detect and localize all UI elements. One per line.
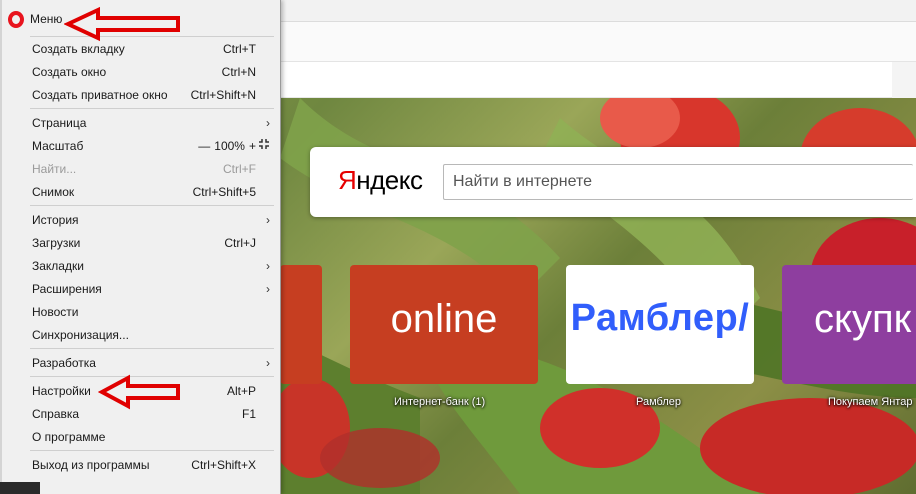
tile-text: Рамблер/: [570, 297, 750, 339]
tile-caption: Интернет-банк (1): [394, 396, 486, 408]
menu-item-shortcut: Ctrl+T: [223, 41, 256, 56]
tile-caption: Рамблер: [636, 396, 681, 408]
speed-dial-tile-rambler[interactable]: Рамблер/: [566, 265, 754, 384]
zoom-out-button[interactable]: —: [198, 139, 210, 153]
menu-item-shortcut: Ctrl+Shift+N: [190, 87, 256, 102]
menu-item-shortcut: Ctrl+Shift+X: [191, 457, 256, 472]
menu-item-label: История: [32, 212, 79, 227]
menu-item-shortcut: Ctrl+Shift+5: [192, 184, 256, 199]
chevron-right-icon: ›: [266, 212, 270, 227]
yandex-logo[interactable]: Яндекс: [338, 165, 423, 196]
browser-chrome: [280, 0, 916, 98]
chevron-right-icon: ›: [266, 355, 270, 370]
menu-item-label: Снимок: [32, 184, 75, 199]
menu-item-label: Найти...: [32, 161, 77, 176]
menu-item-label: Разработка: [32, 355, 96, 370]
menu-item-label: Справка: [32, 406, 80, 421]
menu-item-label: Масштаб: [32, 138, 84, 153]
speed-dial-tile-skupka[interactable]: скупк: [782, 265, 916, 384]
menu-item-new-window[interactable]: Создать окно Ctrl+N: [2, 60, 278, 83]
menu-item-label: Создать приватное окно: [32, 87, 168, 102]
tile-caption: Покупаем Янтар: [828, 396, 913, 408]
menu-item-shortcut: Alt+P: [226, 383, 256, 398]
yandex-logo-rest: ндекс: [356, 165, 423, 195]
tile-text: online: [390, 297, 498, 341]
menu-item-extensions[interactable]: Расширения ›: [2, 277, 278, 300]
chevron-right-icon: ›: [266, 115, 270, 130]
chevron-right-icon: ›: [266, 281, 270, 296]
menu-item-downloads[interactable]: Загрузки Ctrl+J: [2, 231, 278, 254]
menu-item-label: Загрузки: [32, 235, 81, 250]
zoom-value: 100%: [214, 138, 245, 153]
menu-item-page[interactable]: Страница ›: [2, 111, 278, 134]
menu-item-snapshot[interactable]: Снимок Ctrl+Shift+5: [2, 180, 278, 203]
yandex-logo-first-letter: Я: [338, 165, 357, 195]
menu-item-new-private-window[interactable]: Создать приватное окно Ctrl+Shift+N: [2, 83, 278, 106]
menu-item-label: Страница: [32, 115, 87, 130]
menu-item-shortcut: Ctrl+N: [221, 64, 256, 79]
menu-item-label: Закладки: [32, 258, 84, 273]
menu-item-find[interactable]: Найти... Ctrl+F: [2, 157, 278, 180]
menu-item-sync[interactable]: Синхронизация...: [2, 323, 278, 346]
tab-bar[interactable]: [280, 0, 916, 22]
search-input[interactable]: Найти в интернете: [443, 164, 913, 200]
menu-item-shortcut: F1: [241, 406, 256, 421]
speed-dial-tile-online[interactable]: online: [350, 265, 538, 384]
menu-button[interactable]: Меню: [8, 8, 62, 30]
scrollbar[interactable]: [892, 62, 916, 98]
opera-logo-icon: [8, 10, 24, 28]
tile-text: скупк: [814, 297, 912, 341]
menu-item-label: О программе: [32, 429, 106, 444]
menu-item-shortcut: Ctrl+J: [224, 235, 256, 250]
chevron-right-icon: ›: [266, 258, 270, 273]
menu-item-label: Новости: [32, 304, 79, 319]
zoom-in-button[interactable]: +: [249, 139, 256, 153]
menu-item-label: Выход из программы: [32, 457, 150, 472]
yandex-search-box: Яндекс Найти в интернете: [310, 147, 916, 217]
address-bar[interactable]: [280, 22, 916, 62]
menu-separator: [30, 450, 274, 451]
menu-item-developer[interactable]: Разработка ›: [2, 351, 278, 374]
menu-item-label: Синхронизация...: [32, 327, 129, 342]
annotation-arrow-icon: [64, 6, 180, 42]
menu-item-bookmarks[interactable]: Закладки ›: [2, 254, 278, 277]
menu-title: Меню: [30, 12, 63, 26]
menu-item-label: Создать вкладку: [32, 41, 125, 56]
taskbar-edge: [0, 482, 40, 494]
annotation-arrow-icon: [98, 374, 180, 410]
opera-main-menu: Меню Создать вкладку Ctrl+T Создать окно…: [0, 0, 281, 494]
menu-item-shortcut: Ctrl+F: [223, 161, 256, 176]
menu-item-about[interactable]: О программе: [2, 425, 278, 448]
zoom-controls: — 100% +: [198, 139, 256, 153]
bookmarks-bar: [280, 62, 892, 98]
menu-item-news[interactable]: Новости: [2, 300, 278, 323]
menu-separator: [30, 108, 274, 109]
speed-dial-tile-partial[interactable]: [280, 265, 322, 384]
fullscreen-icon[interactable]: [258, 138, 270, 153]
menu-item-label: Расширения: [32, 281, 102, 296]
menu-item-label: Создать окно: [32, 64, 107, 79]
menu-separator: [30, 348, 274, 349]
menu-separator: [30, 205, 274, 206]
menu-item-zoom: Масштаб — 100% +: [2, 134, 278, 157]
menu-item-exit[interactable]: Выход из программы Ctrl+Shift+X: [2, 453, 278, 476]
menu-item-history[interactable]: История ›: [2, 208, 278, 231]
menu-item-label: Настройки: [32, 383, 91, 398]
